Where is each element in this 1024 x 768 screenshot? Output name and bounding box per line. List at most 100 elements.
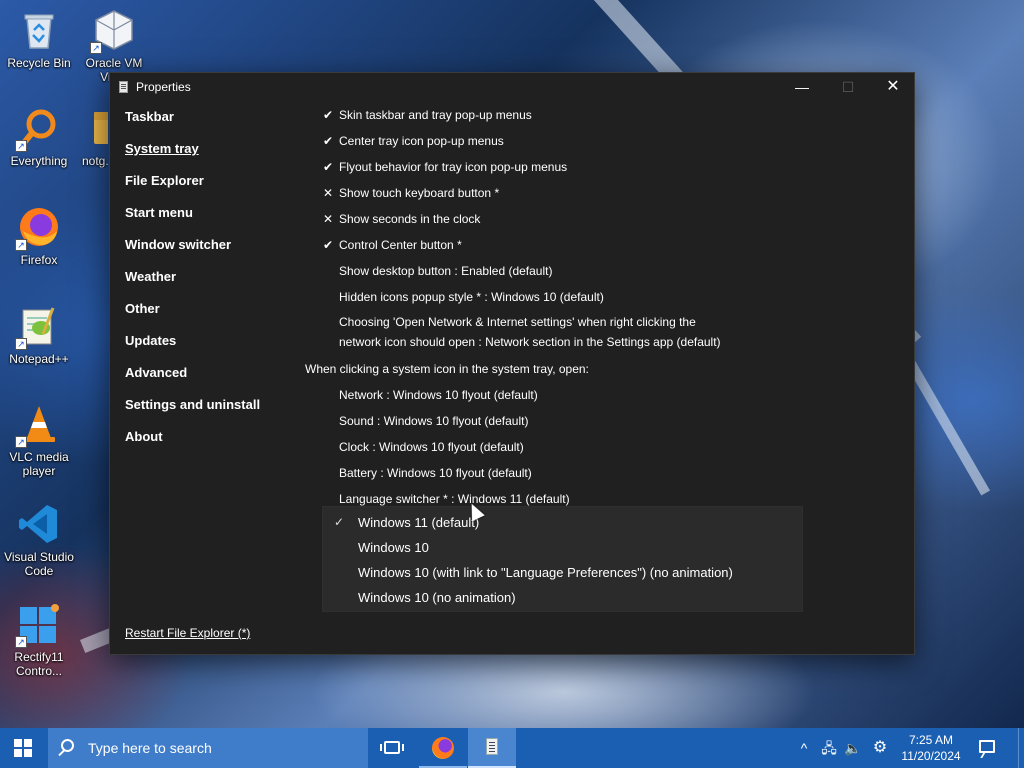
dropdown-item-windows-10[interactable]: Windows 10 — [323, 535, 802, 560]
notification-center-button[interactable] — [974, 728, 1002, 768]
start-button[interactable] — [0, 728, 48, 768]
sidebar-item-settings-and-uninstall[interactable]: Settings and uninstall — [125, 396, 260, 414]
taskbar-firefox-button[interactable] — [419, 728, 467, 768]
properties-app-icon — [486, 738, 498, 755]
notepad-plus-plus-icon: ↗ — [15, 304, 61, 350]
volume-icon[interactable]: 🔈 — [842, 728, 864, 768]
rectify11-windows-icon: ↗ — [15, 602, 61, 648]
dropdown-item-label: Windows 11 (default) — [358, 515, 480, 530]
desktop-icon-recycle-bin[interactable]: Recycle Bin — [1, 8, 77, 70]
checkmark-icon: ✔ — [323, 108, 334, 122]
firefox-icon — [432, 737, 454, 759]
sidebar-item-advanced[interactable]: Advanced — [125, 364, 187, 382]
option-label: Battery : Windows 10 flyout (default) — [339, 466, 532, 480]
sidebar-item-other[interactable]: Other — [125, 300, 160, 318]
task-view-button[interactable] — [368, 728, 416, 768]
taskbar-clock[interactable]: 7:25 AM 11/20/2024 — [892, 732, 970, 764]
desktop-icon-vscode[interactable]: Visual Studio Code — [1, 502, 77, 578]
option-network-settings-target[interactable]: Choosing 'Open Network & Internet settin… — [323, 312, 721, 352]
taskbar: Type here to search ^ 🖧 🔈 ⚙ 7:25 AM 11/2… — [0, 728, 1024, 768]
checkmark-icon: ✔ — [323, 238, 334, 252]
option-flyout-behavior[interactable]: ✔ Flyout behavior for tray icon pop-up me… — [323, 158, 567, 176]
option-clock-flyout[interactable]: Clock : Windows 10 flyout (default) — [323, 438, 524, 456]
desktop-icon-label: Everything — [10, 154, 68, 168]
option-skin-taskbar-menus[interactable]: ✔ Skin taskbar and tray pop-up menus — [323, 106, 532, 124]
sidebar-item-window-switcher[interactable]: Window switcher — [125, 236, 231, 254]
option-label: Skin taskbar and tray pop-up menus — [339, 108, 532, 122]
dropdown-item-windows-11-default[interactable]: ✓ Windows 11 (default) — [323, 510, 802, 535]
option-battery-flyout[interactable]: Battery : Windows 10 flyout (default) — [323, 464, 532, 482]
option-label: Hidden icons popup style * : Windows 10 … — [339, 290, 604, 304]
restart-file-explorer-link[interactable]: Restart File Explorer (*) — [125, 626, 250, 640]
option-network-flyout[interactable]: Network : Windows 10 flyout (default) — [323, 386, 538, 404]
desktop-icon-folder[interactable]: notg... — [72, 106, 108, 168]
sidebar-item-weather[interactable]: Weather — [125, 268, 176, 286]
option-label: Show desktop button : Enabled (default) — [339, 264, 553, 278]
task-view-icon — [380, 741, 404, 754]
desktop-icon-rectify11[interactable]: ↗ Rectify11 Contro... — [1, 602, 77, 678]
sidebar-item-updates[interactable]: Updates — [125, 332, 176, 350]
shortcut-arrow-icon: ↗ — [15, 140, 27, 152]
window-title: Properties — [136, 80, 191, 94]
checkmark-icon: ✔ — [323, 134, 334, 148]
option-label: Center tray icon pop-up menus — [339, 134, 504, 148]
shortcut-arrow-icon: ↗ — [15, 338, 27, 350]
desktop-icon-vlc[interactable]: ↗ VLC media player — [1, 402, 77, 478]
desktop-icon-firefox[interactable]: ↗ Firefox — [1, 205, 77, 267]
option-label: Show seconds in the clock — [339, 212, 481, 226]
gear-icon[interactable]: ⚙ — [868, 728, 892, 768]
taskbar-properties-button[interactable] — [468, 728, 516, 768]
desktop-icon-everything[interactable]: ↗ Everything — [1, 106, 77, 168]
option-control-center-button[interactable]: ✔ Control Center button * — [323, 236, 462, 254]
option-show-desktop-button[interactable]: Show desktop button : Enabled (default) — [323, 262, 552, 280]
cross-icon: ✕ — [323, 212, 334, 226]
folder-icon — [92, 106, 108, 150]
check-icon: ✓ — [334, 515, 345, 529]
virtualbox-icon: ↗ — [90, 8, 136, 54]
option-label: Network : Windows 10 flyout (default) — [339, 388, 538, 402]
maximize-button[interactable]: ☐ — [825, 73, 871, 101]
sidebar-item-file-explorer[interactable]: File Explorer — [125, 172, 204, 190]
language-switcher-dropdown: ✓ Windows 11 (default) Windows 10 Window… — [322, 506, 803, 612]
vlc-cone-icon: ↗ — [15, 402, 61, 448]
desktop-icon-label: Firefox — [20, 253, 58, 267]
option-label: Show touch keyboard button * — [339, 186, 500, 200]
dropdown-item-label: Windows 10 — [358, 540, 429, 555]
desktop-icon-label: Notepad++ — [9, 352, 69, 366]
everything-search-icon: ↗ — [15, 106, 61, 152]
section-header: When clicking a system icon in the syste… — [305, 362, 589, 376]
option-label: Sound : Windows 10 flyout (default) — [339, 414, 529, 428]
option-show-seconds-clock[interactable]: ✕ Show seconds in the clock — [323, 210, 480, 228]
dropdown-item-label: Windows 10 (with link to "Language Prefe… — [358, 565, 733, 580]
vscode-icon — [17, 502, 61, 546]
option-center-tray-menus[interactable]: ✔ Center tray icon pop-up menus — [323, 132, 504, 150]
sidebar-item-system-tray[interactable]: System tray — [125, 140, 199, 158]
sidebar-item-taskbar[interactable]: Taskbar — [125, 108, 174, 126]
network-icon[interactable]: 🖧 — [818, 728, 840, 768]
dropdown-item-windows-10-no-animation[interactable]: Windows 10 (no animation) — [323, 585, 802, 610]
dropdown-item-label: Windows 10 (no animation) — [358, 590, 516, 605]
option-hidden-icons-popup-style[interactable]: Hidden icons popup style * : Windows 10 … — [323, 288, 604, 306]
firefox-icon: ↗ — [15, 205, 61, 251]
option-touch-keyboard-button[interactable]: ✕ Show touch keyboard button * — [323, 184, 499, 202]
shortcut-arrow-icon: ↗ — [15, 239, 27, 251]
windows-logo-icon — [14, 739, 32, 757]
clock-time: 7:25 AM — [908, 733, 954, 747]
show-desktop-button[interactable] — [1018, 728, 1024, 768]
taskbar-search-box[interactable]: Type here to search — [48, 728, 368, 768]
minimize-button[interactable]: — — [779, 73, 825, 101]
recycle-bin-icon — [17, 8, 61, 52]
sidebar-item-start-menu[interactable]: Start menu — [125, 204, 193, 222]
desktop-icon-label: Rectify11 Contro... — [14, 650, 64, 678]
option-sound-flyout[interactable]: Sound : Windows 10 flyout (default) — [323, 412, 528, 430]
search-placeholder: Type here to search — [88, 740, 212, 756]
properties-app-icon — [119, 81, 128, 93]
desktop-icon-notepad-plus-plus[interactable]: ↗ Notepad++ — [1, 304, 77, 366]
show-hidden-icons-chevron-icon[interactable]: ^ — [794, 728, 814, 768]
dropdown-item-windows-10-language-prefs[interactable]: Windows 10 (with link to "Language Prefe… — [323, 560, 802, 585]
sidebar-item-about[interactable]: About — [125, 428, 163, 446]
close-button[interactable]: ✕ — [870, 73, 916, 101]
title-bar[interactable]: Properties — ☐ ✕ — [110, 73, 914, 101]
search-icon — [61, 739, 74, 752]
desktop-icon-label: notg... — [82, 154, 108, 168]
